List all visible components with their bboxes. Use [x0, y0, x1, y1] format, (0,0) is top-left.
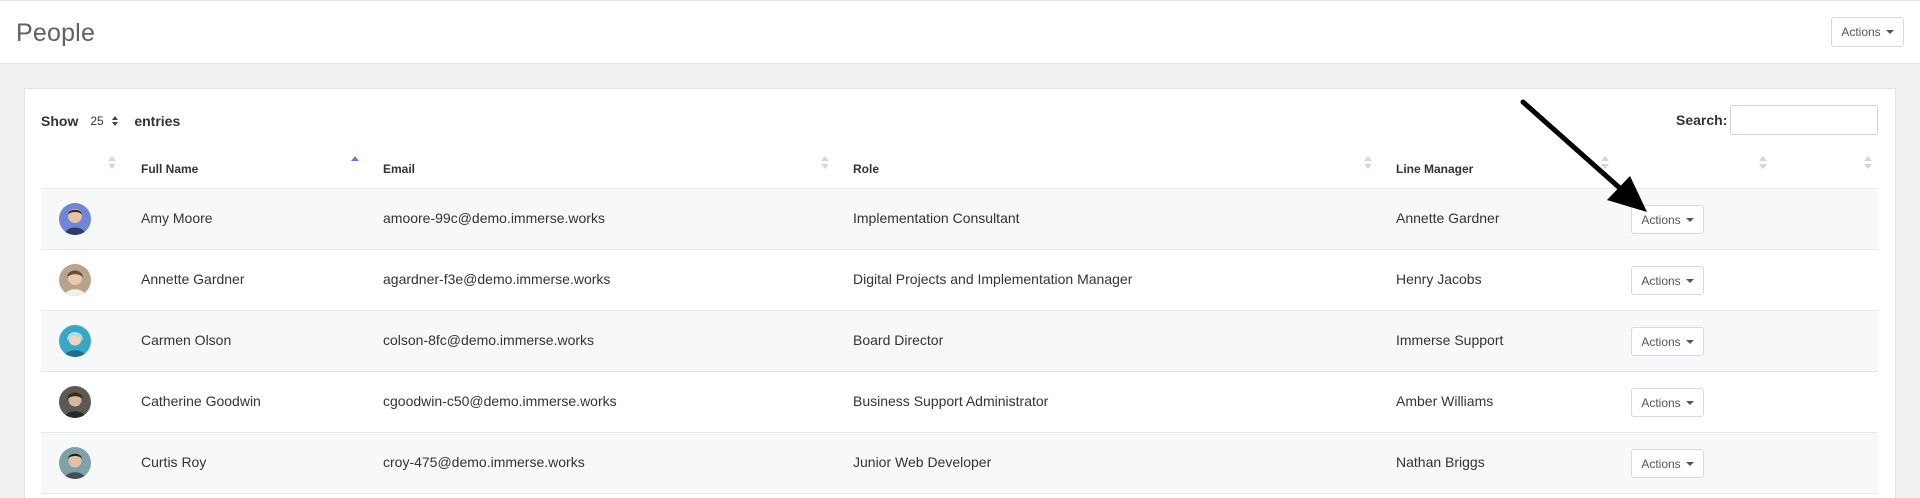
- cell-line-manager: Immerse Support: [1396, 332, 1504, 348]
- avatar: [59, 447, 91, 479]
- cell-full-name[interactable]: Annette Gardner: [141, 271, 245, 287]
- table-row: Annette Gardner agardner-f3e@demo.immers…: [41, 250, 1878, 311]
- cell-email[interactable]: agardner-f3e@demo.immerse.works: [383, 271, 610, 287]
- sort-avatar-column-icon[interactable]: [108, 156, 116, 170]
- column-header-line-manager[interactable]: Line Manager: [1396, 162, 1473, 176]
- page-header: People Actions: [0, 0, 1920, 64]
- row-actions-button[interactable]: Actions: [1631, 449, 1704, 478]
- entries-length-control: Show 25 entries: [41, 110, 180, 132]
- select-updown-icon: [111, 116, 118, 126]
- cell-email[interactable]: amoore-99c@demo.immerse.works: [383, 210, 605, 226]
- search-input[interactable]: [1730, 105, 1878, 135]
- cell-full-name[interactable]: Catherine Goodwin: [141, 393, 261, 409]
- caret-down-icon: [1685, 400, 1694, 405]
- row-actions-button[interactable]: Actions: [1631, 205, 1704, 234]
- cell-line-manager: Amber Williams: [1396, 393, 1494, 409]
- caret-down-icon: [1685, 278, 1694, 283]
- show-label: Show: [41, 113, 79, 129]
- entries-select-value: 25: [90, 114, 104, 128]
- column-header-role[interactable]: Role: [853, 162, 879, 176]
- cell-full-name[interactable]: Carmen Olson: [141, 332, 231, 348]
- caret-down-icon: [1685, 339, 1694, 344]
- row-actions-label: Actions: [1641, 395, 1681, 410]
- header-actions-label: Actions: [1841, 25, 1881, 39]
- row-actions-button[interactable]: Actions: [1631, 388, 1704, 417]
- table-row: Amy Moore amoore-99c@demo.immerse.works …: [41, 189, 1878, 250]
- row-actions-label: Actions: [1641, 334, 1681, 349]
- avatar: [59, 203, 91, 235]
- avatar: [59, 386, 91, 418]
- caret-down-icon: [1685, 461, 1694, 466]
- cell-line-manager: Annette Gardner: [1396, 210, 1500, 226]
- cell-role: Junior Web Developer: [853, 454, 992, 470]
- cell-line-manager: Henry Jacobs: [1396, 271, 1482, 287]
- sort-line-manager-icon[interactable]: [1601, 156, 1609, 170]
- cell-role: Digital Projects and Implementation Mana…: [853, 271, 1133, 287]
- row-actions-label: Actions: [1641, 273, 1681, 288]
- cell-full-name[interactable]: Amy Moore: [141, 210, 213, 226]
- column-header-email[interactable]: Email: [383, 162, 415, 176]
- cell-full-name[interactable]: Curtis Roy: [141, 454, 206, 470]
- cell-role: Business Support Administrator: [853, 393, 1049, 409]
- cell-role: Implementation Consultant: [853, 210, 1020, 226]
- cell-email[interactable]: colson-8fc@demo.immerse.works: [383, 332, 594, 348]
- cell-role: Board Director: [853, 332, 944, 348]
- caret-down-icon: [1685, 217, 1694, 222]
- cell-email[interactable]: croy-475@demo.immerse.works: [383, 454, 585, 470]
- table-row: Curtis Roy croy-475@demo.immerse.works J…: [41, 433, 1878, 494]
- sort-email-icon[interactable]: [821, 156, 829, 170]
- page-title: People: [16, 19, 96, 47]
- sort-ascending-icon[interactable]: [351, 156, 359, 170]
- sort-extra-column-icon[interactable]: [1864, 156, 1872, 170]
- row-actions-label: Actions: [1641, 212, 1681, 227]
- table-row: Catherine Goodwin cgoodwin-c50@demo.imme…: [41, 372, 1878, 433]
- row-actions-label: Actions: [1641, 456, 1681, 471]
- entries-label: entries: [134, 113, 181, 129]
- cell-line-manager: Nathan Briggs: [1396, 454, 1485, 470]
- header-actions-button[interactable]: Actions: [1831, 17, 1904, 47]
- row-actions-button[interactable]: Actions: [1631, 327, 1704, 356]
- avatar: [59, 264, 91, 296]
- avatar: [59, 325, 91, 357]
- cell-email[interactable]: cgoodwin-c50@demo.immerse.works: [383, 393, 617, 409]
- entries-select[interactable]: 25: [88, 110, 124, 132]
- column-header-full-name[interactable]: Full Name: [141, 162, 198, 176]
- search-label: Search:: [1676, 112, 1728, 128]
- table-row: Carmen Olson colson-8fc@demo.immerse.wor…: [41, 311, 1878, 372]
- sort-role-icon[interactable]: [1364, 156, 1372, 170]
- row-actions-button[interactable]: Actions: [1631, 266, 1704, 295]
- caret-down-icon: [1885, 30, 1894, 34]
- sort-extra-column-icon[interactable]: [1759, 156, 1767, 170]
